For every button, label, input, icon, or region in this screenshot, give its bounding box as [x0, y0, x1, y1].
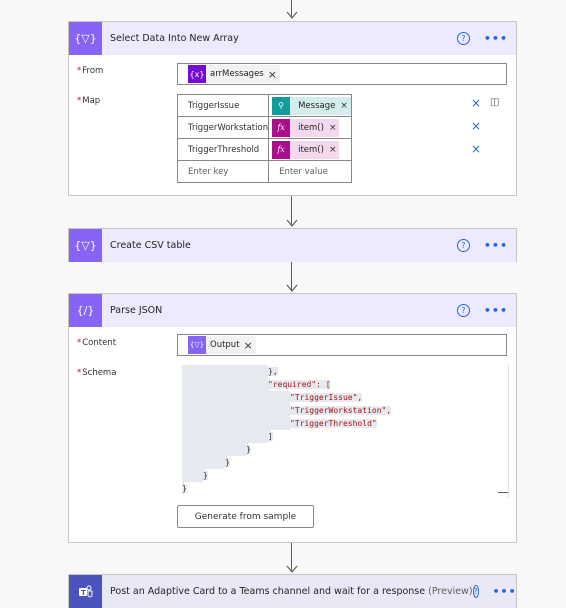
action-title: Post an Adaptive Card to a Teams channel… [110, 586, 473, 597]
delete-row-icon[interactable]: × [471, 96, 481, 110]
map-row-new: Enter key Enter value [176, 160, 352, 183]
map-row: TriggerThreshold fx item() × [176, 138, 352, 161]
code-line: "TriggerWorkstation", [182, 404, 392, 417]
create-csv-header[interactable]: {▽} Create CSV table ? ••• [69, 229, 516, 262]
map-row: TriggerIssue ⚲ Message × [176, 94, 352, 117]
content-input[interactable]: {▽} Output × [177, 334, 507, 356]
resize-handle[interactable] [498, 492, 508, 493]
parse-json-header[interactable]: {∕} Parse JSON ? ••• [69, 294, 516, 327]
data-operation-icon: {▽} [69, 22, 102, 55]
expression-token[interactable]: fx item() × [272, 140, 340, 159]
fx-icon: fx [272, 118, 291, 137]
schema-label: *Schema [77, 368, 116, 378]
flow-arrow [286, 543, 298, 574]
map-label: *Map [77, 96, 100, 106]
remove-token-icon[interactable]: × [340, 101, 351, 111]
action-title: Select Data Into New Array [110, 33, 239, 44]
map-label-text: Map [82, 96, 101, 106]
token-label: arrMessages [210, 69, 264, 79]
expression-token[interactable]: fx item() × [272, 118, 340, 137]
help-icon[interactable]: ? [472, 585, 479, 598]
more-options-icon[interactable]: ••• [493, 585, 517, 598]
required-mark: * [77, 338, 82, 348]
more-options-icon[interactable]: ••• [484, 304, 508, 317]
map-key[interactable]: TriggerIssue [176, 94, 270, 117]
help-icon[interactable]: ? [456, 32, 470, 45]
teams-icon: T [69, 575, 102, 608]
help-icon[interactable]: ? [456, 304, 470, 317]
from-label: *From [77, 66, 103, 76]
code-line: } [182, 484, 187, 493]
token-label: Message [298, 100, 336, 111]
delete-row-icon[interactable]: × [471, 142, 481, 156]
new-key-input[interactable]: Enter key [176, 160, 270, 183]
remove-token-icon[interactable]: × [244, 339, 256, 352]
code-line: } [182, 443, 251, 456]
create-csv-card: {▽} Create CSV table ? ••• [68, 228, 517, 262]
remove-token-icon[interactable]: × [329, 145, 340, 155]
delete-row-icon[interactable]: × [471, 119, 481, 133]
required-mark: * [77, 66, 82, 76]
more-options-icon[interactable]: ••• [484, 239, 508, 252]
dynamic-token[interactable]: ⚲ Message × [272, 96, 351, 115]
data-operation-icon: {▽} [69, 229, 102, 262]
flow-arrow [286, 0, 298, 20]
code-line: } [182, 469, 208, 482]
action-title: Create CSV table [110, 240, 191, 251]
code-line: "required": [ [182, 378, 331, 391]
remove-token-icon[interactable]: × [268, 68, 280, 81]
code-line: "TriggerIssue", [182, 391, 363, 404]
switch-text-mode-icon[interactable]: ◫ [490, 97, 499, 108]
data-operation-icon: {▽} [188, 336, 206, 354]
new-value-input[interactable]: Enter value [268, 160, 352, 183]
schema-label-text: Schema [82, 368, 117, 378]
fx-icon: fx [272, 140, 291, 159]
map-value[interactable]: fx item() × [268, 116, 352, 139]
generate-from-sample-button[interactable]: Generate from sample [177, 505, 314, 528]
teams-title-text: Post an Adaptive Card to a Teams channel… [110, 586, 426, 597]
from-input[interactable]: {x} arrMessages × [177, 63, 507, 85]
teams-adaptive-card-action: T Post an Adaptive Card to a Teams chann… [68, 574, 517, 608]
token-label: Output [210, 340, 240, 350]
code-line: }, [182, 365, 278, 378]
required-mark: * [77, 96, 82, 106]
action-title: Parse JSON [110, 305, 163, 316]
content-label-text: Content [82, 338, 117, 348]
remove-token-icon[interactable]: × [329, 123, 340, 133]
variable-icon: {x} [188, 65, 206, 83]
required-mark: * [77, 368, 82, 378]
code-line: } [182, 456, 230, 469]
teams-action-header[interactable]: T Post an Adaptive Card to a Teams chann… [69, 575, 516, 608]
map-value[interactable]: ⚲ Message × [268, 94, 352, 117]
map-value[interactable]: fx item() × [268, 138, 352, 161]
token-label: item() [298, 122, 324, 133]
content-token[interactable]: {▽} Output × [188, 336, 256, 354]
parse-json-card: {∕} Parse JSON ? ••• *Content {▽} Output… [68, 293, 517, 543]
from-label-text: From [82, 66, 104, 76]
parse-json-icon: {∕} [69, 294, 102, 327]
help-icon[interactable]: ? [456, 239, 470, 252]
more-options-icon[interactable]: ••• [484, 32, 508, 45]
flow-arrow [286, 196, 298, 228]
map-table: TriggerIssue ⚲ Message × TriggerWorkstat… [176, 94, 352, 183]
flow-arrow [286, 262, 298, 293]
message-icon: ⚲ [272, 96, 291, 115]
select-action-card: {▽} Select Data Into New Array ? ••• *Fr… [68, 21, 517, 196]
from-token[interactable]: {x} arrMessages × [188, 65, 280, 83]
content-label: *Content [77, 338, 116, 348]
token-label: item() [298, 144, 324, 155]
code-line: ] [182, 430, 273, 443]
map-row: TriggerWorkstation fx item() × [176, 116, 352, 139]
code-line: "TriggerThreshold" [182, 417, 377, 430]
preview-tag: (Preview) [428, 586, 473, 597]
map-key[interactable]: TriggerThreshold [176, 138, 270, 161]
select-action-header[interactable]: {▽} Select Data Into New Array ? ••• [69, 22, 516, 55]
svg-text:T: T [81, 589, 86, 597]
map-key[interactable]: TriggerWorkstation [176, 116, 270, 139]
schema-editor[interactable]: }, "required": [ "TriggerIssue", "Trigge… [182, 365, 509, 498]
